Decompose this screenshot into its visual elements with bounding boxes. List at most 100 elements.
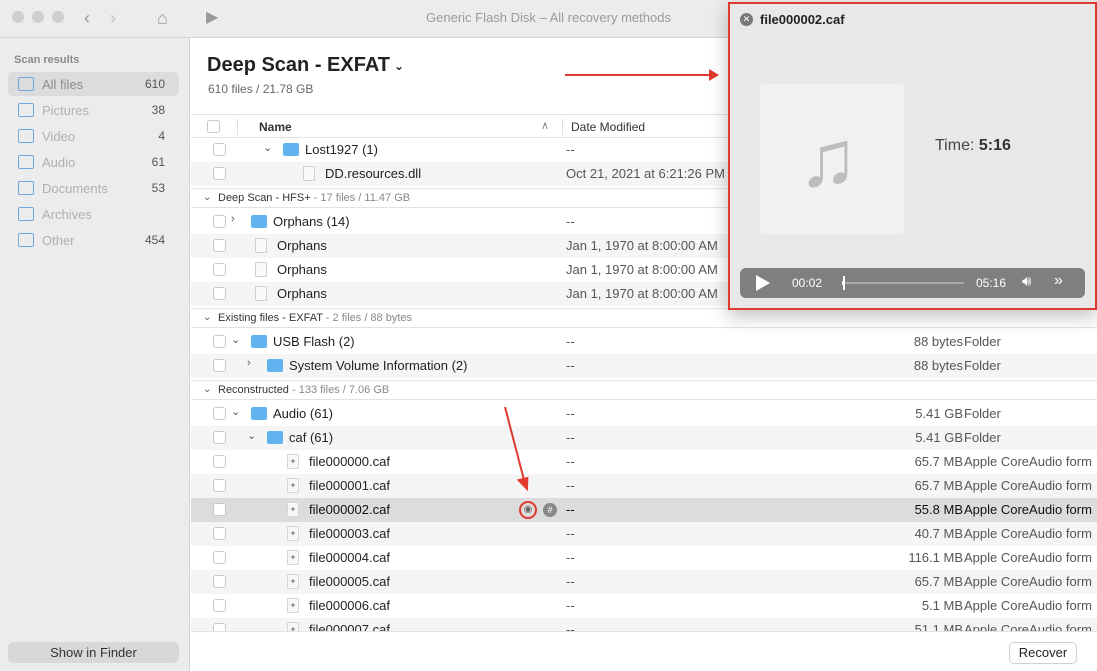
- preview-filename: file000002.caf: [760, 12, 845, 27]
- file-name: DD.resources.dll: [325, 166, 422, 181]
- folder-icon: [251, 335, 267, 348]
- file-name: file000007.caf: [309, 622, 390, 631]
- group-header[interactable]: ⌄ Reconstructed - 133 files / 7.06 GB: [191, 380, 1097, 400]
- file-kind: Folder: [964, 406, 1001, 421]
- sidebar-item-count: 61: [151, 155, 165, 169]
- row-checkbox[interactable]: [213, 215, 226, 228]
- row-checkbox[interactable]: [213, 287, 226, 300]
- sidebar-item-count: 53: [151, 181, 165, 195]
- audio-file-icon: ✦: [287, 574, 299, 589]
- playback-knob[interactable]: [842, 276, 845, 290]
- file-date: --: [566, 214, 575, 229]
- chevron-down-icon[interactable]: ⌄: [247, 429, 256, 442]
- column-name[interactable]: Name: [259, 120, 292, 134]
- chevron-down-icon[interactable]: ⌄: [231, 405, 240, 418]
- row-checkbox[interactable]: [213, 431, 226, 444]
- sidebar-item-documents[interactable]: Documents 53: [8, 176, 179, 200]
- table-row[interactable]: ✦ file000005.caf -- 65.7 MB Apple CoreAudio …: [191, 570, 1097, 594]
- group-title: Reconstructed - 133 files / 7.06 GB: [218, 384, 389, 396]
- row-checkbox[interactable]: [213, 143, 226, 156]
- table-row[interactable]: ⌄ Audio (61) -- 5.41 GB Folder: [191, 402, 1097, 426]
- chevron-down-icon[interactable]: ⌄: [231, 333, 240, 346]
- sidebar: Scan results All files 610 Pictures 38 Video…: [0, 38, 190, 671]
- group-name: Deep Scan - HFS+: [218, 192, 311, 204]
- table-row[interactable]: ✦ file000007.caf -- 51.1 MB Apple CoreAudio …: [191, 618, 1097, 631]
- table-row[interactable]: › System Volume Information (2) -- 88 bytes…: [191, 354, 1097, 378]
- table-row[interactable]: ✦ file000001.caf -- 65.7 MB Apple CoreAudio …: [191, 474, 1097, 498]
- sidebar-item-count: 38: [151, 103, 165, 117]
- time-value: 5:16: [978, 137, 1011, 154]
- file-name: Orphans: [277, 238, 327, 253]
- file-date: --: [566, 454, 575, 469]
- row-checkbox[interactable]: [213, 407, 226, 420]
- file-date: --: [566, 478, 575, 493]
- sidebar-item-all-files[interactable]: All files 610: [8, 72, 179, 96]
- row-checkbox[interactable]: [213, 551, 226, 564]
- row-checkbox[interactable]: [213, 359, 226, 372]
- row-checkbox[interactable]: [213, 479, 226, 492]
- folder-icon: [283, 143, 299, 156]
- row-checkbox[interactable]: [213, 167, 226, 180]
- sidebar-heading: Scan results: [14, 54, 80, 66]
- table-row[interactable]: ✦ file000006.caf -- 5.1 MB Apple CoreAudio f…: [191, 594, 1097, 618]
- chevron-down-icon[interactable]: ⌄: [203, 192, 211, 203]
- sidebar-item-label: Video: [42, 128, 76, 144]
- table-row[interactable]: ✦ file000004.caf -- 116.1 MB Apple CoreAudio…: [191, 546, 1097, 570]
- sidebar-item-other[interactable]: Other 454: [8, 228, 179, 252]
- documents-icon: [18, 181, 34, 195]
- sidebar-item-video[interactable]: Video 4: [8, 124, 179, 148]
- chevron-right-icon[interactable]: ›: [231, 213, 235, 225]
- table-row[interactable]: ✦ file000003.caf -- 40.7 MB Apple CoreAudio …: [191, 522, 1097, 546]
- group-header[interactable]: ⌄ Existing files - EXFAT - 2 files / 88 b…: [191, 308, 1097, 328]
- audio-icon: [18, 155, 34, 169]
- hash-icon[interactable]: #: [543, 503, 557, 517]
- table-row[interactable]: ✦ file000000.caf -- 65.7 MB Apple CoreAudio …: [191, 450, 1097, 474]
- row-checkbox[interactable]: [213, 239, 226, 252]
- chevron-down-icon[interactable]: ⌄: [263, 141, 272, 154]
- sidebar-item-audio[interactable]: Audio 61: [8, 150, 179, 174]
- folder-icon: [251, 407, 267, 420]
- sort-ascending-icon: ∧: [541, 120, 550, 132]
- group-meta: - 2 files / 88 bytes: [322, 312, 413, 324]
- column-date-modified[interactable]: Date Modified: [571, 120, 645, 134]
- sidebar-item-archives[interactable]: Archives: [8, 202, 179, 226]
- file-date: --: [566, 598, 575, 613]
- row-checkbox[interactable]: [213, 263, 226, 276]
- row-checkbox[interactable]: [213, 503, 226, 516]
- file-date: Jan 1, 1970 at 8:00:00 AM: [566, 286, 718, 301]
- preview-eye-icon[interactable]: ◉: [519, 501, 537, 519]
- file-name: Lost1927 (1): [305, 142, 378, 157]
- row-checkbox[interactable]: [213, 335, 226, 348]
- sidebar-item-pictures[interactable]: Pictures 38: [8, 98, 179, 122]
- playback-slider[interactable]: [842, 281, 964, 285]
- fast-forward-icon[interactable]: »: [1054, 272, 1063, 290]
- play-icon[interactable]: [756, 275, 770, 291]
- chevron-down-icon[interactable]: ⌄: [203, 312, 211, 323]
- file-name: file000004.caf: [309, 550, 390, 565]
- table-row[interactable]: ✦ file000002.caf -- 55.8 MB Apple CoreAudio …: [191, 498, 1097, 522]
- file-kind: Apple CoreAudio form: [964, 502, 1092, 517]
- recover-button[interactable]: Recover: [1009, 642, 1077, 664]
- table-row[interactable]: ⌄ caf (61) -- 5.41 GB Folder: [191, 426, 1097, 450]
- row-checkbox[interactable]: [213, 527, 226, 540]
- table-row[interactable]: ⌄ USB Flash (2) -- 88 bytes Folder: [191, 330, 1097, 354]
- document-icon: [255, 238, 267, 253]
- row-checkbox[interactable]: [213, 575, 226, 588]
- scan-title[interactable]: Deep Scan - EXFAT ⌄: [207, 54, 404, 77]
- select-all-checkbox[interactable]: [207, 120, 220, 133]
- row-checkbox[interactable]: [213, 599, 226, 612]
- folder-icon: [267, 431, 283, 444]
- chevron-down-icon[interactable]: ⌄: [203, 384, 211, 395]
- file-name: System Volume Information (2): [289, 358, 468, 373]
- preview-time: Time: 5:16: [935, 137, 1011, 155]
- close-preview-icon[interactable]: ✕: [740, 13, 753, 26]
- all-files-icon: [18, 77, 34, 91]
- row-checkbox[interactable]: [213, 623, 226, 631]
- volume-icon[interactable]: 🔊︎: [1022, 273, 1031, 290]
- row-checkbox[interactable]: [213, 455, 226, 468]
- show-in-finder-button[interactable]: Show in Finder: [8, 642, 179, 663]
- file-date: --: [566, 358, 575, 373]
- group-name: Existing files - EXFAT: [218, 312, 323, 324]
- chevron-right-icon[interactable]: ›: [247, 357, 251, 369]
- other-icon: [18, 233, 34, 247]
